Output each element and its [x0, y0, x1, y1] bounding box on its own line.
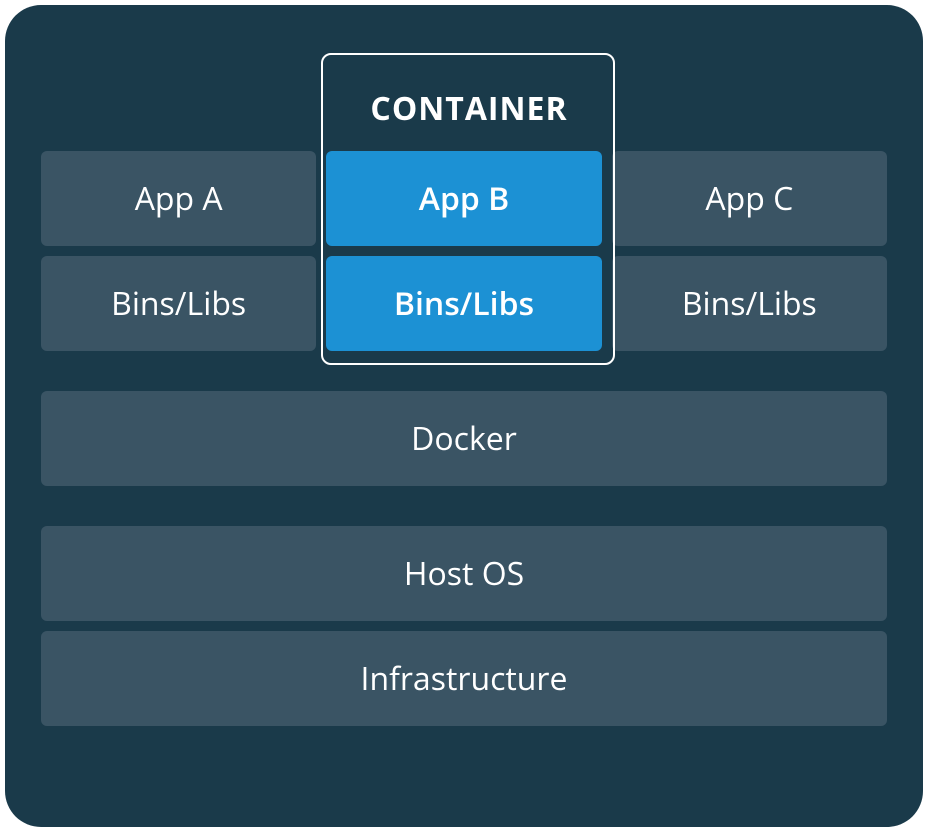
section-gap-2: [41, 496, 887, 526]
section-gap-1: [41, 361, 887, 391]
bins-libs-b-cell: Bins/Libs: [326, 256, 601, 351]
app-a-cell: App A: [41, 151, 316, 246]
top-spacer: [41, 41, 887, 151]
app-c-cell: App C: [612, 151, 887, 246]
app-b-cell: App B: [326, 151, 601, 246]
infrastructure-cell: Infrastructure: [41, 631, 887, 726]
infrastructure-row: Infrastructure: [41, 631, 887, 726]
libs-row: Bins/Libs Bins/Libs Bins/Libs: [41, 256, 887, 351]
docker-cell: Docker: [41, 391, 887, 486]
bins-libs-c-cell: Bins/Libs: [612, 256, 887, 351]
bins-libs-a-cell: Bins/Libs: [41, 256, 316, 351]
docker-row: Docker: [41, 391, 887, 486]
host-os-row: Host OS: [41, 526, 887, 621]
host-os-cell: Host OS: [41, 526, 887, 621]
architecture-panel: App A App B App C Bins/Libs Bins/Libs Bi…: [5, 5, 923, 827]
apps-row: App A App B App C: [41, 151, 887, 246]
